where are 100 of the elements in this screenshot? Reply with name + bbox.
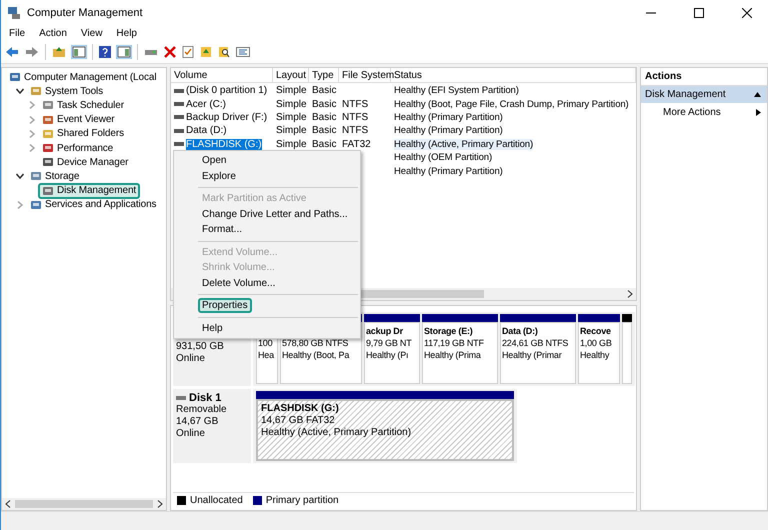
table-cell[interactable]: (Disk 0 partition 1) xyxy=(186,85,268,96)
tree-item[interactable]: Storage xyxy=(26,168,84,184)
table-cell: Simple xyxy=(276,125,307,136)
menu-item[interactable]: Explore xyxy=(198,168,240,184)
partition-info: 14,67 GB FAT32 xyxy=(261,415,336,427)
table-cell: Basic xyxy=(312,112,336,123)
table-cell: Healthy (OEM Partition) xyxy=(394,152,492,164)
submenu-triangle-icon[interactable] xyxy=(756,109,761,116)
partition-block[interactable] xyxy=(621,314,633,384)
partition-name: FLASHDISK (G:) xyxy=(261,403,340,415)
tree-item[interactable]: Services and Applications xyxy=(26,196,160,213)
partition-info: 224,61 GB NTFS xyxy=(502,337,570,349)
partition-info: 578,80 GB NTFS xyxy=(282,337,350,349)
search-icon[interactable] xyxy=(218,46,230,58)
partition-name: Storage (E:) xyxy=(424,325,474,337)
menu-item[interactable]: Action xyxy=(39,28,67,38)
partition-info: Healthy xyxy=(580,349,610,361)
table-cell: NTFS xyxy=(342,98,368,110)
table-cell: Basic xyxy=(312,85,336,96)
partition-info: 117,19 GB NTF xyxy=(424,337,485,349)
menu-item[interactable]: Help xyxy=(116,28,137,38)
table-cell: Simple xyxy=(276,138,307,150)
delete-icon[interactable] xyxy=(164,46,176,58)
scroll-left-icon[interactable] xyxy=(5,500,11,508)
partition-info: 1,00 GB xyxy=(580,337,613,349)
disk-info: 931,50 GB xyxy=(176,341,225,353)
checklist-icon[interactable] xyxy=(182,46,194,58)
window-title: Computer Management xyxy=(27,6,143,18)
tree-item[interactable]: Task Scheduler xyxy=(38,97,128,114)
menu-item[interactable]: Change Drive Letter and Paths... xyxy=(198,206,352,222)
forward-arrow-icon[interactable] xyxy=(25,46,39,58)
collapse-chevron-icon[interactable] xyxy=(16,87,24,96)
table-cell: Healthy (Boot, Page File, Crash Dump, Primary Partition) xyxy=(394,98,629,110)
actions-section[interactable]: Disk Management xyxy=(641,86,767,103)
disk-info: Removable xyxy=(176,404,228,416)
tree-item[interactable]: Shared Folders xyxy=(38,126,128,142)
menu-item[interactable]: Open xyxy=(198,153,230,168)
menu-item[interactable]: View xyxy=(80,28,102,38)
tree-item[interactable]: Device Manager xyxy=(38,154,132,170)
menu-item[interactable]: Properties xyxy=(198,298,252,314)
partition-bar xyxy=(622,314,632,322)
column-header[interactable]: File System xyxy=(339,68,391,82)
action-link[interactable]: More Actions xyxy=(663,107,721,118)
table-cell: Healthy (Primary Partition) xyxy=(394,166,503,177)
close-icon[interactable] xyxy=(742,8,752,18)
column-header[interactable]: Type xyxy=(309,68,339,82)
maximize-icon[interactable] xyxy=(694,8,704,18)
partition-bar xyxy=(578,314,620,322)
folder-up-icon[interactable] xyxy=(200,46,212,58)
table-cell[interactable]: FLASHDISK (G:) xyxy=(186,138,262,150)
collapse-triangle-icon[interactable] xyxy=(754,92,761,97)
disk-info: 14,67 GB xyxy=(176,416,220,428)
scroll-right-icon[interactable] xyxy=(157,500,163,508)
menu-item[interactable]: File xyxy=(9,28,26,38)
legend-label: Unallocated xyxy=(190,495,243,506)
tree-item[interactable]: Computer Management (Local xyxy=(5,69,160,86)
table-cell: Basic xyxy=(312,98,336,110)
partition-name: ackup Dr xyxy=(366,325,404,337)
console-tree-icon[interactable] xyxy=(72,46,86,58)
tree-item[interactable]: Event Viewer xyxy=(38,112,119,128)
table-cell: Healthy (Primary Partition) xyxy=(394,125,503,136)
table-cell: NTFS xyxy=(342,125,368,136)
partition-info: Healthy (Primar xyxy=(502,349,563,361)
properties-icon[interactable] xyxy=(236,46,250,58)
disk-info: Online xyxy=(176,353,206,365)
partition-bar xyxy=(364,314,420,322)
tree-item[interactable]: Performance xyxy=(38,140,118,156)
partition-info: Healthy (Boot, Pa xyxy=(282,349,350,361)
menu-item[interactable]: Help xyxy=(198,320,227,336)
scrollbar-thumb[interactable] xyxy=(15,500,153,508)
partition-info: 100 xyxy=(258,337,274,349)
back-arrow-icon[interactable] xyxy=(5,46,19,58)
tree-item[interactable]: Disk Management xyxy=(38,182,140,199)
computer-management-icon xyxy=(7,6,21,20)
table-cell: Simple xyxy=(276,98,307,110)
table-cell[interactable]: Acer (C:) xyxy=(186,98,226,110)
scroll-right-icon[interactable] xyxy=(627,290,633,298)
partition-name: Data (D:) xyxy=(502,325,539,337)
partition-name: Recove xyxy=(580,325,612,337)
table-cell[interactable]: Data (D:) xyxy=(186,125,227,136)
action-pane-icon[interactable] xyxy=(117,46,131,58)
table-cell: Healthy (EFI System Partition) xyxy=(394,85,519,96)
column-header[interactable]: Volume xyxy=(171,68,273,82)
table-cell: Basic xyxy=(312,125,336,136)
table-cell[interactable]: Backup Driver (F:) xyxy=(186,112,268,123)
column-header[interactable]: Layout xyxy=(273,68,309,82)
partition-info: Healthy (Prima xyxy=(424,349,482,361)
table-cell: Simple xyxy=(276,85,307,96)
table-cell: Healthy (Primary Partition) xyxy=(394,112,503,123)
help-icon[interactable] xyxy=(99,46,111,58)
folder-up-icon[interactable] xyxy=(52,46,66,58)
legend-label: Primary partition xyxy=(266,495,339,506)
tree-item[interactable]: System Tools xyxy=(26,83,108,100)
partition-info: Hea xyxy=(258,349,276,361)
partition-info: Healthy (Pı xyxy=(366,349,410,361)
table-cell: NTFS xyxy=(342,112,368,123)
table-cell: Simple xyxy=(276,112,307,123)
menu-item[interactable]: Delete Volume... xyxy=(198,276,280,291)
menu-item[interactable]: Format... xyxy=(198,222,246,238)
collapse-chevron-icon[interactable] xyxy=(16,172,24,180)
